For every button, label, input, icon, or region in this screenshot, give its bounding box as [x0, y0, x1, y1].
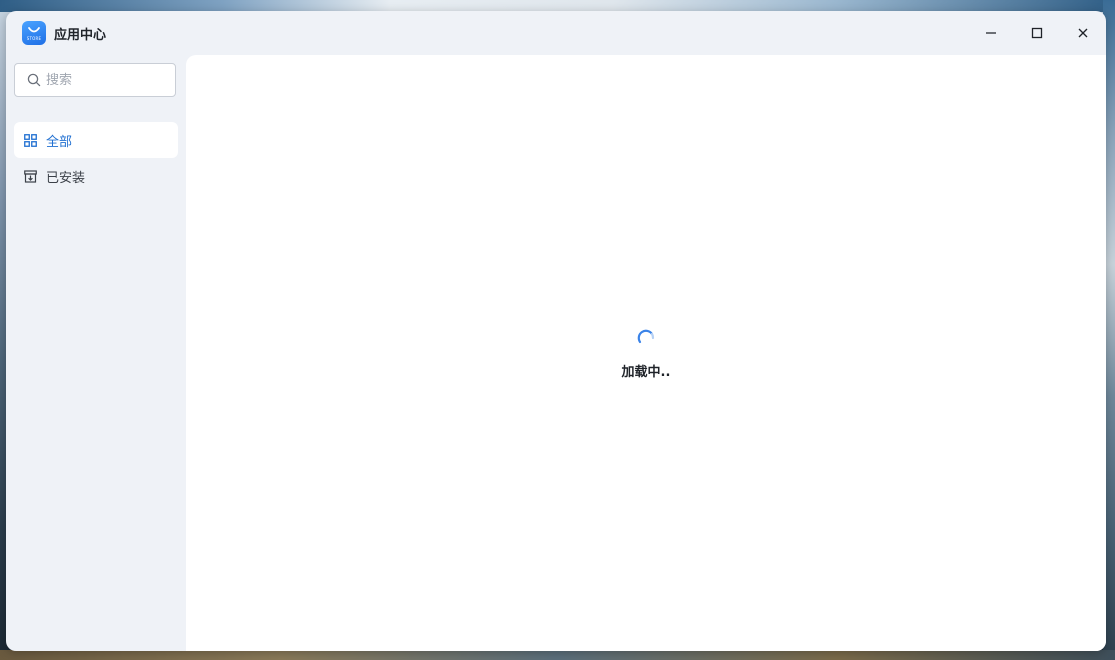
window-title: 应用中心	[54, 28, 107, 43]
app-center-window: STORE 应用中心 搜索 全部 已安装 加载中..	[6, 11, 1106, 651]
shopping-bag-smile-icon	[28, 26, 40, 32]
content-area: 加载中..	[186, 55, 1106, 651]
maximize-button[interactable]	[1023, 19, 1051, 47]
maximize-icon	[1031, 27, 1043, 39]
sidebar-item-all[interactable]: 全部	[14, 122, 178, 158]
loading-text: 加载中..	[621, 365, 671, 380]
grid-icon	[23, 133, 37, 147]
search-input[interactable]	[46, 70, 166, 90]
search-icon	[27, 73, 41, 87]
desktop-wallpaper-bottom	[0, 650, 1115, 660]
close-icon	[1078, 28, 1088, 38]
installed-box-icon	[23, 169, 37, 183]
sidebar: 全部 已安装	[6, 55, 186, 651]
loading-spinner-icon	[637, 329, 655, 344]
store-logo-icon: STORE	[22, 21, 46, 45]
close-button[interactable]	[1069, 19, 1097, 47]
sidebar-item-label: 已安装	[46, 170, 86, 186]
sidebar-item-label: 全部	[46, 134, 73, 150]
sidebar-item-installed[interactable]: 已安装	[14, 158, 178, 194]
minimize-button[interactable]	[977, 19, 1005, 47]
title-bar[interactable]: STORE 应用中心	[6, 11, 1106, 55]
logo-text: STORE	[26, 35, 42, 41]
minimize-icon	[986, 32, 996, 34]
search-box[interactable]	[14, 63, 176, 97]
